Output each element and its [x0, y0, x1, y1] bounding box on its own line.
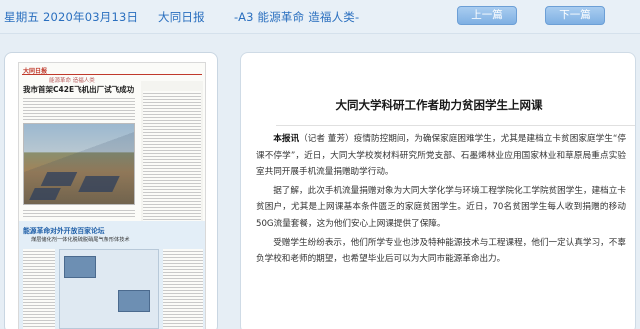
- prev-article-button[interactable]: 上一篇: [457, 6, 517, 25]
- header-bar: 星期五 2020年03月13日 大同日报 -A3 能源革命 造福人类- 上一篇 …: [0, 0, 640, 34]
- diagram-box: [64, 256, 96, 278]
- feature-left-text: [23, 249, 55, 329]
- article-paragraph: 受赠学生纷纷表示，他们所学专业也涉及特种能源技术与工程课程，他们一定认真学习，不…: [256, 237, 626, 265]
- thumbnail-text-block[interactable]: [23, 96, 135, 120]
- newspaper-page-thumbnail[interactable]: 大同日报 能源革命 造福人类 我市首架C42E飞机出厂试飞成功 能源革命对外开放…: [18, 62, 206, 329]
- article-paragraph: 本报讯（记者 董芳）疫情防控期间，为确保家庭困难学生，尤其是建档立卡贫困家庭学生…: [256, 134, 626, 178]
- thumbnail-photo[interactable]: [23, 123, 135, 205]
- solar-panel-shape: [29, 188, 61, 200]
- article-title: 大同大学科研工作者助力贫困学生上网课: [335, 98, 543, 112]
- thumbnail-feature-subtitle: 煤层储化剂一体化脱硫脱硝尾气条形体技术: [31, 237, 130, 243]
- article-paragraph: 据了解，此次手机流量捐赠对象为大同大学化学与环境工程学院化工学院贫困学生，建档立…: [256, 185, 626, 229]
- thumbnail-feature-title[interactable]: 能源革命对外开放百家论坛: [23, 225, 105, 235]
- solar-panel-shape: [78, 176, 120, 192]
- thumbnail-diagram[interactable]: [59, 249, 159, 329]
- diagram-box: [118, 290, 150, 312]
- thumbnail-section: 能源革命 造福人类: [49, 78, 95, 84]
- masthead-rule: [22, 74, 202, 75]
- article-lead: 本报讯: [273, 134, 300, 144]
- article-panel: 大同大学科研工作者助力贫困学生上网课 本报讯（记者 董芳）疫情防控期间，为确保家…: [240, 52, 636, 329]
- next-article-button[interactable]: 下一篇: [545, 6, 605, 25]
- article-body: 本报讯（记者 董芳）疫情防控期间，为确保家庭困难学生，尤其是建档立卡贫困家庭学生…: [256, 131, 626, 270]
- page-thumbnail-panel: 大同日报 能源革命 造福人类 我市首架C42E飞机出厂试飞成功 能源革命对外开放…: [4, 52, 218, 329]
- title-divider: [276, 125, 635, 126]
- paper-name: 大同日报: [158, 10, 205, 24]
- issue-date: 星期五 2020年03月13日: [4, 10, 139, 24]
- thumbnail-headline[interactable]: 我市首架C42E飞机出厂试飞成功: [23, 84, 153, 95]
- feature-right-text: [163, 249, 203, 329]
- page-section: -A3 能源革命 造福人类-: [234, 10, 360, 24]
- thumbnail-caption: [23, 208, 135, 218]
- solar-panel-shape: [40, 172, 78, 186]
